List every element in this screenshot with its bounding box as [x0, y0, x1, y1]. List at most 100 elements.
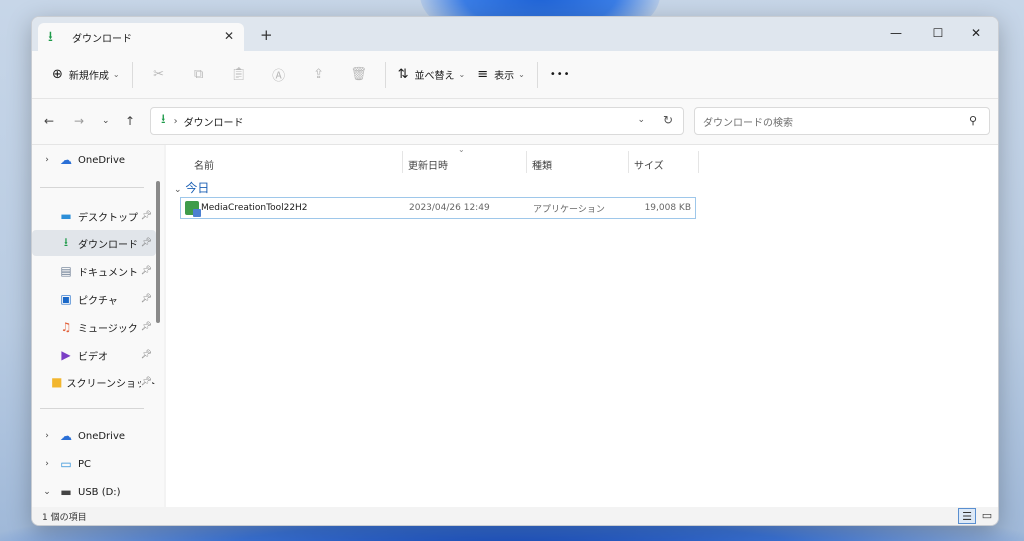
- pin-icon[interactable]: 📌︎: [141, 322, 152, 332]
- file-date: 2023/04/26 12:49: [409, 203, 490, 213]
- column-header-name[interactable]: 名前: [194, 157, 214, 172]
- search-icon[interactable]: ⚲: [969, 114, 977, 127]
- sidebar-item-onedrive[interactable]: › ☁ OneDrive: [32, 423, 156, 449]
- tiles-view-icon[interactable]: ▭: [978, 508, 996, 524]
- divider: [40, 408, 144, 409]
- sidebar-item-documents[interactable]: ▤ ドキュメント 📌︎: [32, 258, 156, 284]
- sidebar-item-screenshots[interactable]: ■ スクリーンショット 📌︎: [32, 369, 156, 395]
- list-view-icon: ≡: [477, 67, 489, 82]
- column-header-size[interactable]: サイズ: [634, 157, 664, 172]
- sort-label: 並べ替え: [414, 71, 455, 82]
- more-button[interactable]: •••: [544, 59, 577, 91]
- folder-icon: ■: [51, 375, 63, 389]
- column-divider[interactable]: [402, 151, 403, 173]
- search-placeholder: ダウンロードの検索: [703, 117, 793, 129]
- file-name: MediaCreationTool22H2: [201, 203, 308, 213]
- sidebar-scrollbar[interactable]: [156, 181, 160, 323]
- desktop-icon: ▬: [60, 209, 72, 223]
- collapse-chevron-icon[interactable]: ⌄: [40, 487, 54, 497]
- new-tab-button[interactable]: +: [260, 26, 273, 44]
- sidebar-item-videos[interactable]: ▶ ビデオ 📌︎: [32, 342, 156, 368]
- sidebar-item-usb[interactable]: ⌄ ▬ USB (D:): [32, 479, 156, 505]
- pin-icon[interactable]: 📌︎: [141, 294, 152, 304]
- view-label: 表示: [494, 71, 515, 82]
- sidebar-item-label: ダウンロード: [78, 239, 138, 251]
- rename-button[interactable]: Ⓐ: [259, 59, 299, 91]
- breadcrumb[interactable]: ダウンロード: [184, 114, 244, 129]
- file-size: 19,008 KB: [644, 203, 691, 213]
- sidebar-item-label: ミュージック: [78, 323, 138, 335]
- sidebar-item-pictures[interactable]: ▣ ピクチャ 📌︎: [32, 286, 156, 312]
- download-icon: ⭳: [48, 29, 53, 45]
- pin-icon[interactable]: 📌︎: [141, 211, 152, 221]
- tab-close-icon[interactable]: ✕: [224, 29, 234, 43]
- sort-indicator-icon: ⌄: [458, 145, 465, 154]
- forward-arrow-icon[interactable]: →: [74, 114, 84, 128]
- sidebar-item-downloads[interactable]: ⭳ ダウンロード 📌︎: [32, 230, 156, 256]
- cloud-icon: ☁: [60, 153, 72, 167]
- tab-downloads[interactable]: ⭳ ダウンロード ✕: [38, 23, 244, 51]
- delete-button[interactable]: 🗑︎: [339, 59, 379, 91]
- sort-button[interactable]: ⇅ 並べ替え ⌄: [392, 59, 472, 91]
- address-bar[interactable]: ⭳ › ダウンロード ⌄ ↻: [150, 107, 684, 135]
- divider: [384, 61, 386, 88]
- chevron-down-icon: ⌄: [518, 70, 525, 79]
- back-arrow-icon[interactable]: ←: [44, 114, 54, 128]
- sidebar-item-desktop[interactable]: ▬ デスクトップ 📌︎: [32, 203, 156, 229]
- item-count: 1 個の項目: [42, 513, 87, 523]
- share-button[interactable]: ⇪: [299, 59, 339, 91]
- divider: [131, 61, 133, 88]
- column-header-type[interactable]: 種類: [532, 157, 552, 172]
- group-header[interactable]: ⌄ 今日: [174, 179, 209, 196]
- close-button[interactable]: ✕: [954, 21, 998, 45]
- cut-button[interactable]: ✂: [139, 59, 179, 91]
- expand-chevron-icon[interactable]: ›: [40, 155, 54, 165]
- pin-icon[interactable]: 📌︎: [141, 350, 152, 360]
- more-icon: •••: [549, 69, 571, 80]
- copy-button[interactable]: ⧉: [179, 59, 219, 91]
- tab-label: ダウンロード: [72, 33, 132, 45]
- expand-chevron-icon[interactable]: ›: [40, 459, 54, 469]
- column-divider[interactable]: [698, 151, 699, 173]
- breadcrumb-separator-icon: ›: [173, 115, 178, 127]
- column-divider[interactable]: [628, 151, 629, 173]
- pc-icon: ▭: [60, 457, 72, 471]
- search-input[interactable]: ダウンロードの検索 ⚲: [694, 107, 990, 135]
- share-icon: ⇪: [313, 67, 325, 82]
- sidebar-item-pc[interactable]: › ▭ PC: [32, 451, 156, 477]
- copy-icon: ⧉: [193, 67, 204, 82]
- column-divider[interactable]: [526, 151, 527, 173]
- status-bar: 1 個の項目 ☰ ▭: [32, 507, 998, 525]
- expand-chevron-icon[interactable]: ›: [40, 431, 54, 441]
- sidebar-item-label: ピクチャ: [78, 295, 118, 307]
- sort-icon: ⇅: [397, 67, 409, 82]
- up-arrow-icon[interactable]: ↑: [125, 114, 135, 128]
- chevron-down-icon: ⌄: [458, 70, 466, 79]
- plus-circle-icon: ⊕: [52, 67, 63, 82]
- pictures-icon: ▣: [60, 292, 72, 306]
- pin-icon[interactable]: 📌︎: [141, 238, 152, 248]
- new-button[interactable]: ⊕ 新規作成 ⌄: [46, 59, 126, 91]
- pin-icon[interactable]: 📌︎: [140, 377, 152, 387]
- installer-icon: [185, 201, 201, 217]
- title-bar: ⭳ ダウンロード ✕ + — ☐ ✕: [32, 17, 998, 51]
- divider: [536, 61, 538, 88]
- drive-icon: ▬: [60, 485, 72, 499]
- view-button[interactable]: ≡ 表示 ⌄: [471, 59, 531, 91]
- cloud-icon: ☁: [60, 429, 72, 443]
- collapse-chevron-icon: ⌄: [174, 185, 182, 195]
- clipboard-icon: 📋︎: [230, 67, 247, 82]
- table-row[interactable]: MediaCreationTool22H2 2023/04/26 12:49 ア…: [180, 197, 696, 219]
- address-history-chevron-icon[interactable]: ⌄: [637, 115, 645, 125]
- trash-icon: 🗑︎: [350, 67, 367, 82]
- minimize-button[interactable]: —: [874, 21, 918, 45]
- sidebar-item-music[interactable]: ♫ ミュージック 📌︎: [32, 314, 156, 340]
- refresh-icon[interactable]: ↻: [663, 113, 673, 127]
- navigation-pane: › ☁ OneDrive ▬ デスクトップ 📌︎ ⭳ ダウンロード 📌︎ ▤ ド…: [32, 145, 164, 509]
- recent-chevron-icon[interactable]: ⌄: [102, 116, 110, 126]
- paste-button[interactable]: 📋︎: [219, 59, 259, 91]
- pin-icon[interactable]: 📌︎: [141, 266, 152, 276]
- sidebar-item-onedrive-top[interactable]: › ☁ OneDrive: [32, 147, 156, 173]
- column-header-date[interactable]: 更新日時: [408, 157, 448, 172]
- details-view-icon[interactable]: ☰: [958, 508, 976, 524]
